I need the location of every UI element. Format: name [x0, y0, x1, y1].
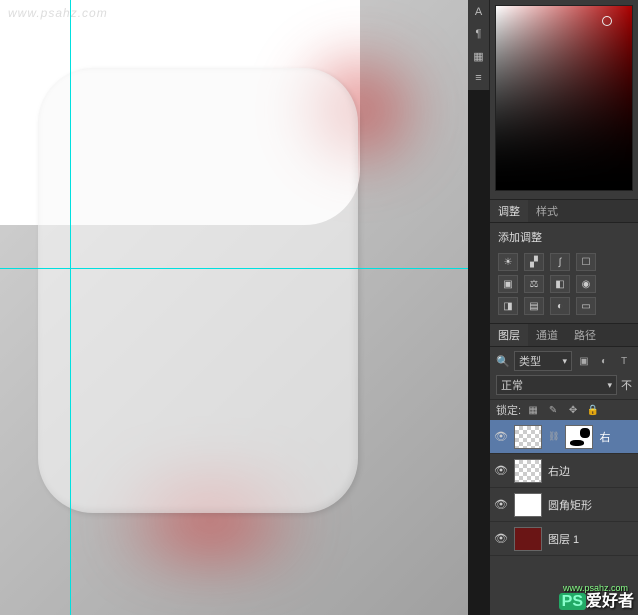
adjustments-panel: 调整 样式 添加调整 ☀ ▞ ∫ ☐ ▣ ⚖ ◧ ◉ ◨ ▤ ◐ ▭ — [490, 200, 638, 324]
threshold-icon[interactable]: ◐ — [550, 297, 570, 315]
layer-item[interactable]: 👁 右边 — [490, 454, 638, 488]
filter-image-icon[interactable]: ▣ — [576, 353, 592, 369]
levels-icon[interactable]: ▞ — [524, 253, 544, 271]
brightness-icon[interactable]: ☀ — [498, 253, 518, 271]
watermark-text: 爱好者 — [586, 593, 634, 610]
layer-name[interactable]: 右 — [599, 429, 634, 445]
paragraph-icon[interactable]: ¶ — [471, 26, 487, 42]
layer-item[interactable]: 👁 圆角矩形 — [490, 488, 638, 522]
color-field[interactable] — [495, 5, 633, 191]
guide-horizontal[interactable] — [0, 268, 468, 269]
layers-panel: 图层 通道 路径 🔍 类型 ▣ ◐ T 正常 不 锁定: ▦ ✎ ✥ 🔒 — [490, 324, 638, 615]
opacity-label: 不 — [621, 377, 632, 393]
guide-vertical[interactable] — [70, 0, 71, 615]
canvas[interactable]: www.psahz.com — [0, 0, 468, 615]
watermark-ps: PS — [559, 593, 586, 610]
layer-name[interactable]: 圆角矩形 — [548, 497, 634, 513]
vibrance-icon[interactable]: ▣ — [498, 275, 518, 293]
text-align-icon[interactable]: A — [471, 4, 487, 20]
layer-thumbnail[interactable] — [514, 459, 542, 483]
layer-thumbnail[interactable] — [514, 527, 542, 551]
tab-styles[interactable]: 样式 — [528, 200, 566, 222]
visibility-icon[interactable]: 👁 — [494, 464, 508, 478]
lock-all-icon[interactable]: 🔒 — [585, 402, 601, 418]
layer-item[interactable]: 👁 ⛓ 右 — [490, 420, 638, 454]
layer-name[interactable]: 图层 1 — [548, 531, 634, 547]
color-picker-panel[interactable] — [490, 0, 638, 200]
blend-mode-select[interactable]: 正常 — [496, 375, 617, 395]
layer-thumbnail[interactable] — [514, 493, 542, 517]
add-adjustment-label: 添加调整 — [490, 223, 638, 251]
bw-icon[interactable]: ◧ — [550, 275, 570, 293]
link-icon: ⛓ — [548, 431, 559, 442]
filter-text-icon[interactable]: T — [616, 353, 632, 369]
lock-label: 锁定: — [496, 402, 521, 418]
grid-icon[interactable]: ▦ — [471, 48, 487, 64]
exposure-icon[interactable]: ☐ — [576, 253, 596, 271]
layer-name[interactable]: 右边 — [548, 463, 634, 479]
lock-position-icon[interactable]: ✥ — [565, 402, 581, 418]
watermark-top: www.psahz.com — [8, 6, 108, 20]
layer-item[interactable]: 👁 图层 1 — [490, 522, 638, 556]
color-cursor[interactable] — [602, 16, 612, 26]
panels-dock: 调整 样式 添加调整 ☀ ▞ ∫ ☐ ▣ ⚖ ◧ ◉ ◨ ▤ ◐ ▭ 图层 通道… — [490, 0, 638, 615]
visibility-icon[interactable]: 👁 — [494, 430, 508, 444]
lock-pixels-icon[interactable]: ✎ — [545, 402, 561, 418]
layer-mask-thumbnail[interactable] — [565, 425, 593, 449]
tab-adjustments[interactable]: 调整 — [490, 200, 528, 222]
layer-thumbnail[interactable] — [514, 425, 542, 449]
glass-rounded-rect — [38, 68, 358, 513]
visibility-icon[interactable]: 👁 — [494, 532, 508, 546]
tab-paths[interactable]: 路径 — [566, 324, 604, 346]
photo-filter-icon[interactable]: ◉ — [576, 275, 596, 293]
lock-row: 锁定: ▦ ✎ ✥ 🔒 — [490, 400, 638, 420]
gradient-map-icon[interactable]: ▭ — [576, 297, 596, 315]
tab-channels[interactable]: 通道 — [528, 324, 566, 346]
search-icon[interactable]: 🔍 — [496, 354, 510, 368]
layer-controls: 🔍 类型 ▣ ◐ T 正常 不 — [490, 347, 638, 400]
layer-filter-select[interactable]: 类型 — [514, 351, 572, 371]
layers-tabs: 图层 通道 路径 — [490, 324, 638, 347]
adjustments-tabs: 调整 样式 — [490, 200, 638, 223]
visibility-icon[interactable]: 👁 — [494, 498, 508, 512]
list-icon[interactable]: ≡ — [471, 70, 487, 86]
filter-adjust-icon[interactable]: ◐ — [596, 353, 612, 369]
invert-icon[interactable]: ◨ — [498, 297, 518, 315]
watermark-logo: PS爱好者 — [559, 587, 634, 611]
tab-layers[interactable]: 图层 — [490, 324, 528, 346]
curves-icon[interactable]: ∫ — [550, 253, 570, 271]
tool-options-strip: A ¶ ▦ ≡ — [468, 0, 490, 90]
lock-transparency-icon[interactable]: ▦ — [525, 402, 541, 418]
hue-icon[interactable]: ⚖ — [524, 275, 544, 293]
posterize-icon[interactable]: ▤ — [524, 297, 544, 315]
